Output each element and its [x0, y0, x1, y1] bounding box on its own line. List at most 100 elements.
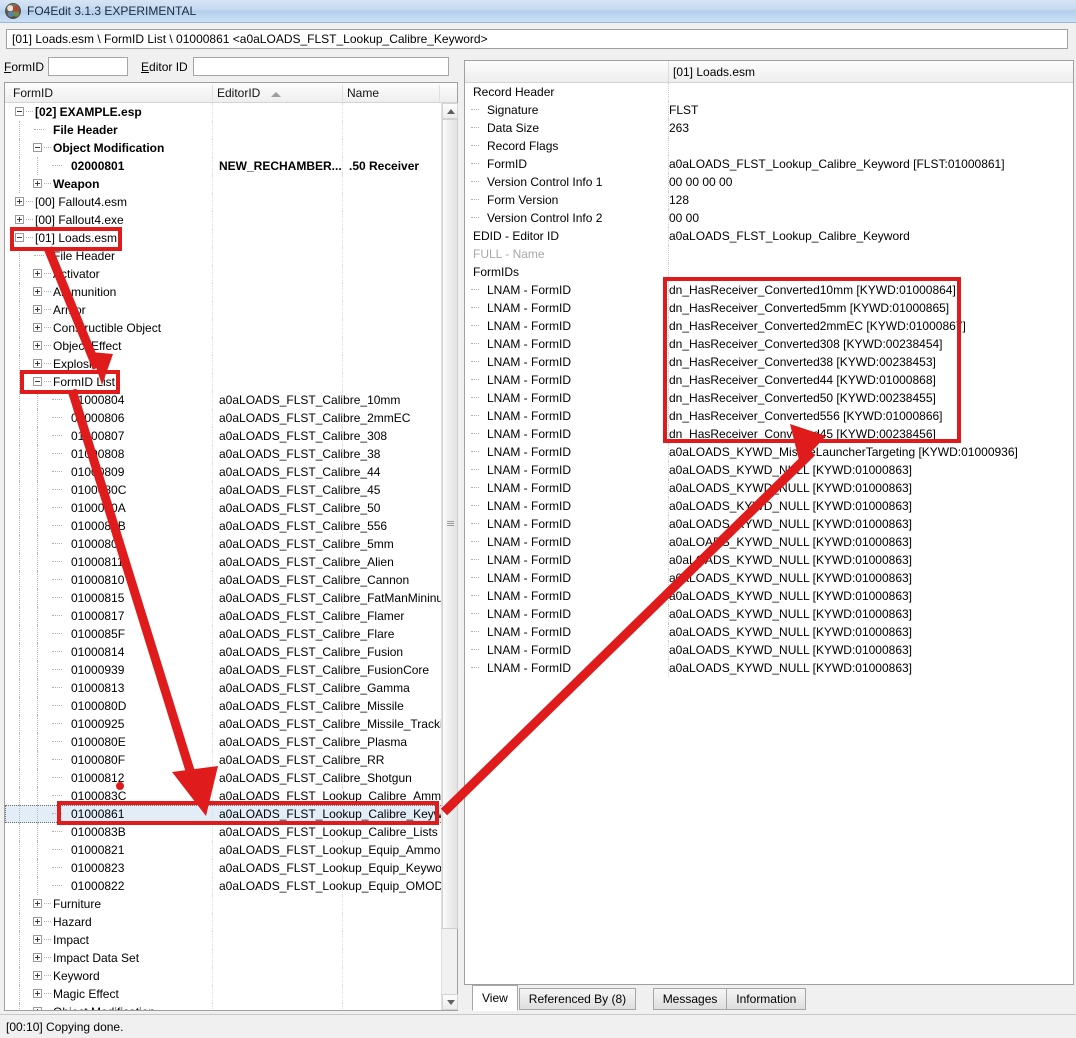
tree-row[interactable]: Armor: [5, 301, 457, 319]
tree-row[interactable]: 01000813 a0aLOADS_FLST_Calibre_Gamma: [5, 679, 457, 697]
formid-filter-input[interactable]: [48, 57, 128, 76]
record-row[interactable]: LNAM - FormID dn_HasReceiver_Converted38 …: [465, 353, 1073, 371]
tree-row[interactable]: 01000817 a0aLOADS_FLST_Calibre_Flamer: [5, 607, 457, 625]
record-row[interactable]: Version Control Info 1 00 00 00 00: [465, 173, 1073, 191]
record-row[interactable]: LNAM - FormID dn_HasReceiver_Converted5mm…: [465, 299, 1073, 317]
record-row[interactable]: Signature FLST: [465, 101, 1073, 119]
expand-node-icon[interactable]: [33, 269, 42, 278]
scrollbar-thumb[interactable]: [442, 119, 458, 929]
record-row[interactable]: LNAM - FormID dn_HasReceiver_Converted50 …: [465, 389, 1073, 407]
tree-row[interactable]: Magic Effect: [5, 985, 457, 1003]
expand-node-icon[interactable]: [33, 971, 42, 980]
record-row[interactable]: Version Control Info 2 00 00: [465, 209, 1073, 227]
record-row[interactable]: LNAM - FormID dn_HasReceiver_Converted2mm…: [465, 317, 1073, 335]
tree-row[interactable]: [01] Loads.esm: [5, 229, 457, 247]
record-column-plugin[interactable]: [01] Loads.esm: [673, 65, 755, 79]
expand-node-icon[interactable]: [33, 359, 42, 368]
tree-row[interactable]: 0100085F a0aLOADS_FLST_Calibre_Flare: [5, 625, 457, 643]
record-row[interactable]: LNAM - FormID dn_HasReceiver_Converted45 …: [465, 425, 1073, 443]
expand-node-icon[interactable]: [33, 935, 42, 944]
tree-row[interactable]: Weapon: [5, 175, 457, 193]
tab-information[interactable]: Information: [726, 988, 807, 1010]
tree-column-name[interactable]: Name: [347, 86, 379, 100]
tree-row[interactable]: Ammunition: [5, 283, 457, 301]
expand-node-icon[interactable]: [33, 323, 42, 332]
collapse-node-icon[interactable]: [15, 107, 24, 116]
tree-row[interactable]: Impact: [5, 931, 457, 949]
tab-messages[interactable]: Messages: [652, 988, 728, 1010]
expand-node-icon[interactable]: [33, 899, 42, 908]
record-row[interactable]: LNAM - FormID dn_HasReceiver_Converted556…: [465, 407, 1073, 425]
tree-row[interactable]: Explosion: [5, 355, 457, 373]
tree-row[interactable]: Object Modification: [5, 139, 457, 157]
record-row[interactable]: LNAM - FormID a0aLOADS_KYWD_NULL [KYWD:01…: [465, 515, 1073, 533]
record-row[interactable]: LNAM - FormID a0aLOADS_KYWD_NULL [KYWD:01…: [465, 587, 1073, 605]
record-row[interactable]: Record Flags: [465, 137, 1073, 155]
tree-row[interactable]: [00] Fallout4.exe: [5, 211, 457, 229]
expand-node-icon[interactable]: [33, 953, 42, 962]
tree-row[interactable]: 01000822 a0aLOADS_FLST_Lookup_Equip_OMOD: [5, 877, 457, 895]
tree-row[interactable]: 01000823 a0aLOADS_FLST_Lookup_Equip_Keywo…: [5, 859, 457, 877]
record-row[interactable]: LNAM - FormID a0aLOADS_KYWD_NULL [KYWD:01…: [465, 479, 1073, 497]
tree-row[interactable]: 0100083C a0aLOADS_FLST_Lookup_Calibre_Amm…: [5, 787, 457, 805]
tree-row[interactable]: 01000810 a0aLOADS_FLST_Calibre_Cannon: [5, 571, 457, 589]
tree-row[interactable]: 01000811 a0aLOADS_FLST_Calibre_Alien: [5, 553, 457, 571]
tree-row[interactable]: 01000812 a0aLOADS_FLST_Calibre_Shotgun: [5, 769, 457, 787]
record-row[interactable]: LNAM - FormID dn_HasReceiver_Converted10m…: [465, 281, 1073, 299]
record-row[interactable]: LNAM - FormID a0aLOADS_KYWD_NULL [KYWD:01…: [465, 605, 1073, 623]
tree-row[interactable]: 01000925 a0aLOADS_FLST_Calibre_Missile_Tr…: [5, 715, 457, 733]
tree-row[interactable]: 01000939 a0aLOADS_FLST_Calibre_FusionCore: [5, 661, 457, 679]
expand-node-icon[interactable]: [33, 1007, 42, 1010]
tree-row[interactable]: 0100080D a0aLOADS_FLST_Calibre_Missile: [5, 697, 457, 715]
record-row[interactable]: Form Version 128: [465, 191, 1073, 209]
tree-row[interactable]: [00] Fallout4.esm: [5, 193, 457, 211]
record-row[interactable]: Record Header: [465, 83, 1073, 101]
record-row[interactable]: LNAM - FormID a0aLOADS_KYWD_NULL [KYWD:01…: [465, 641, 1073, 659]
tree-row-selected[interactable]: 01000861 a0aLOADS_FLST_Lookup_Calibre_Key…: [5, 805, 457, 823]
record-row[interactable]: LNAM - FormID a0aLOADS_KYWD_NULL [KYWD:01…: [465, 533, 1073, 551]
record-row[interactable]: LNAM - FormID a0aLOADS_KYWD_NULL [KYWD:01…: [465, 497, 1073, 515]
expand-node-icon[interactable]: [33, 341, 42, 350]
tree-column-editorid[interactable]: EditorID: [217, 86, 260, 100]
record-row[interactable]: FormIDs: [465, 263, 1073, 281]
scroll-down-button[interactable]: [442, 994, 458, 1010]
expand-node-icon[interactable]: [33, 287, 42, 296]
tree-row[interactable]: Furniture: [5, 895, 457, 913]
tree-row[interactable]: Keyword: [5, 967, 457, 985]
collapse-node-icon[interactable]: [33, 377, 42, 386]
tree-row[interactable]: Hazard: [5, 913, 457, 931]
bottom-tab-bar[interactable]: View Referenced By (8) Messages Information: [464, 985, 1074, 1011]
tree-column-formid[interactable]: FormID: [13, 86, 53, 100]
tree-row[interactable]: 02000801 NEW_RECHAMBER... .50 Receiver: [5, 157, 457, 175]
tree-row[interactable]: Constructible Object: [5, 319, 457, 337]
expand-node-icon[interactable]: [33, 989, 42, 998]
tree-vertical-scrollbar[interactable]: [441, 103, 458, 1010]
record-row[interactable]: LNAM - FormID a0aLOADS_KYWD_NULL [KYWD:01…: [465, 659, 1073, 677]
tree-row[interactable]: 01000821 a0aLOADS_FLST_Lookup_Equip_Ammo: [5, 841, 457, 859]
tree-rows-container[interactable]: [02] EXAMPLE.esp File Header Object Modifi…: [5, 103, 457, 1010]
tree-row[interactable]: Activator: [5, 265, 457, 283]
expand-node-icon[interactable]: [15, 215, 24, 224]
expand-node-icon[interactable]: [33, 179, 42, 188]
tree-row[interactable]: Object Effect: [5, 337, 457, 355]
record-row[interactable]: LNAM - FormID a0aLOADS_KYWD_NULL [KYWD:01…: [465, 551, 1073, 569]
tree-row[interactable]: 01000815 a0aLOADS_FLST_Calibre_FatManMini…: [5, 589, 457, 607]
record-row[interactable]: FULL - Name: [465, 245, 1073, 263]
tree-row[interactable]: 01000814 a0aLOADS_FLST_Calibre_Fusion: [5, 643, 457, 661]
tree-row[interactable]: File Header: [5, 121, 457, 139]
tree-row[interactable]: 0100080A a0aLOADS_FLST_Calibre_50: [5, 499, 457, 517]
expand-node-icon[interactable]: [33, 305, 42, 314]
tree-row[interactable]: 0100080C a0aLOADS_FLST_Calibre_45: [5, 481, 457, 499]
tree-row[interactable]: 01000809 a0aLOADS_FLST_Calibre_44: [5, 463, 457, 481]
tree-row[interactable]: 01000806 a0aLOADS_FLST_Calibre_2mmEC: [5, 409, 457, 427]
tab-referenced-by-8[interactable]: Referenced By (8): [518, 988, 637, 1010]
tree-row[interactable]: Impact Data Set: [5, 949, 457, 967]
tree-row[interactable]: 01000805 a0aLOADS_FLST_Calibre_5mm: [5, 535, 457, 553]
record-rows-container[interactable]: Record Header Signature FLST Data Size 263 Re…: [465, 83, 1073, 984]
record-row[interactable]: LNAM - FormID dn_HasReceiver_Converted308…: [465, 335, 1073, 353]
record-row[interactable]: EDID - Editor ID a0aLOADS_FLST_Lookup_Cal…: [465, 227, 1073, 245]
expand-node-icon[interactable]: [15, 197, 24, 206]
collapse-node-icon[interactable]: [33, 143, 42, 152]
tree-row[interactable]: 0100080F a0aLOADS_FLST_Calibre_RR: [5, 751, 457, 769]
tree-row[interactable]: 0100083B a0aLOADS_FLST_Lookup_Calibre_Lis…: [5, 823, 457, 841]
